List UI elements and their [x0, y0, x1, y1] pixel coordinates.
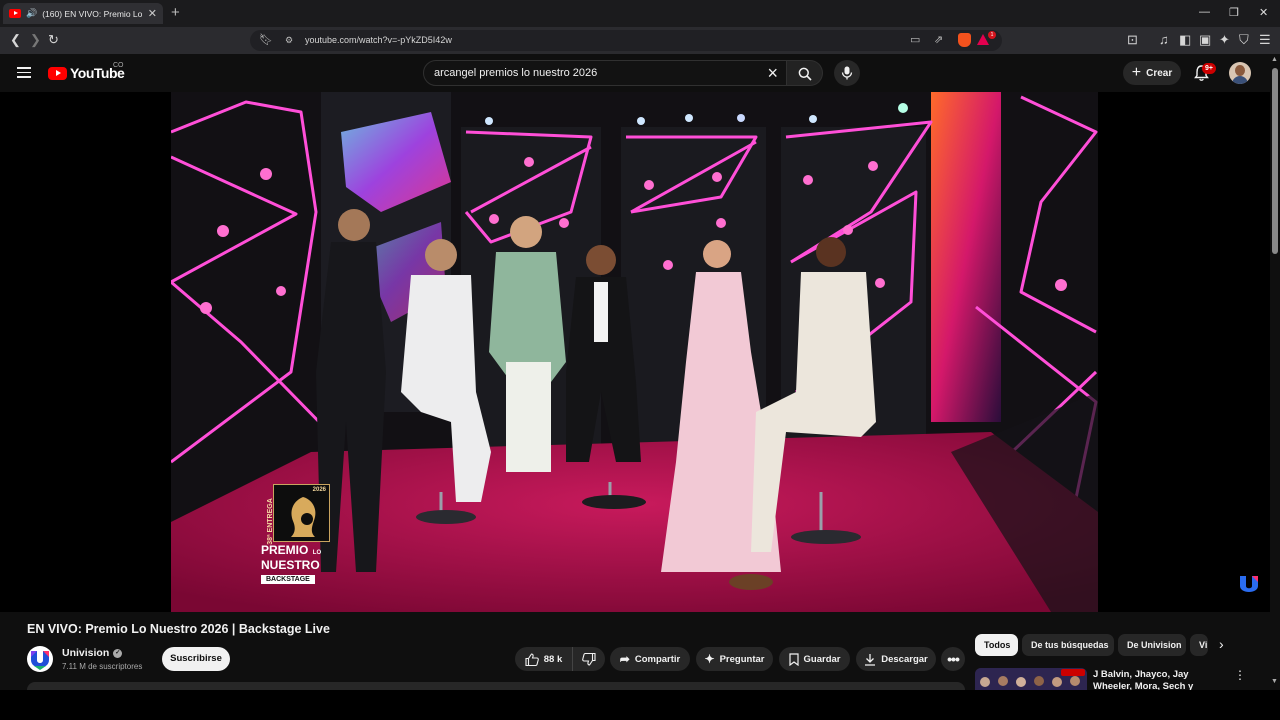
search-button[interactable]	[787, 60, 823, 86]
verified-icon: ✓	[113, 648, 123, 658]
download-button[interactable]: Descargar	[856, 647, 936, 671]
youtube-masthead: YouTube CO arcangel premios lo nuestro 2…	[0, 54, 1280, 92]
like-button[interactable]: 88 k	[515, 647, 573, 671]
browser-menu-icon[interactable]: ☰	[1259, 32, 1271, 48]
thumbnail-image	[975, 668, 1087, 690]
close-window-icon[interactable]: ✕	[1259, 6, 1268, 19]
leo-ai-icon[interactable]: ✦	[1219, 32, 1230, 48]
clear-search-icon[interactable]: ×	[767, 63, 778, 83]
microphone-icon	[841, 66, 853, 80]
chip-de-tus-busquedas[interactable]: De tus búsquedas	[1022, 634, 1114, 656]
browser-toolbar: ❮ ❯ ↻ 🔖︎ ⚙ youtube.com/watch?v=-pYkZD5I4…	[0, 27, 1280, 54]
logo-wordmark: PREMIO LO NUESTRO BACKSTAGE	[261, 543, 322, 584]
like-count: 88 k	[543, 653, 563, 665]
sidebar-icon[interactable]: ◧	[1179, 32, 1191, 48]
thumbs-down-icon	[582, 652, 596, 666]
subscribe-button[interactable]: Suscribirse	[162, 647, 230, 671]
notifications-badge: 9+	[1202, 63, 1216, 74]
restore-icon[interactable]: ❐	[1229, 6, 1239, 19]
bookmark-save-icon	[788, 652, 799, 666]
video-title: EN VIVO: Premio Lo Nuestro 2026 | Backst…	[27, 622, 330, 636]
tab-title: (160) EN VIVO: Premio Lo Nuestro	[42, 8, 143, 19]
download-icon	[865, 653, 876, 666]
forward-icon[interactable]: ❯	[30, 32, 41, 48]
chip-de-univision[interactable]: De Univision	[1118, 634, 1186, 656]
univision-watermark-icon	[1240, 576, 1258, 592]
channel-avatar[interactable]	[27, 646, 53, 672]
taskbar-strip	[0, 690, 1280, 720]
account-avatar[interactable]	[1229, 62, 1251, 84]
wallet-icon[interactable]: ▣	[1199, 32, 1211, 48]
page-scrollbar[interactable]: ▲ ▼	[1270, 54, 1280, 690]
scroll-down-icon[interactable]: ▼	[1271, 678, 1278, 685]
sparkle-icon: ✦	[704, 652, 715, 666]
url-text[interactable]: youtube.com/watch?v=-pYkZD5I42w	[305, 35, 452, 45]
site-settings-icon[interactable]: ⚙	[285, 35, 293, 46]
minimize-icon[interactable]: —	[1199, 6, 1210, 18]
browser-tab-strip: 🔊 (160) EN VIVO: Premio Lo Nuestro ✕ + —…	[0, 0, 1280, 27]
channel-name-text[interactable]: Univision	[62, 647, 109, 659]
more-actions-button[interactable]: •••	[941, 647, 965, 671]
reload-icon[interactable]: ↻	[48, 32, 59, 48]
back-icon[interactable]: ❮	[10, 32, 21, 48]
close-tab-icon[interactable]: ✕	[148, 7, 157, 20]
share-icon: ➦	[619, 652, 630, 666]
address-bar[interactable]: 🔖︎ ⚙ youtube.com/watch?v=-pYkZD5I42w ▭ ⇗…	[250, 30, 1002, 51]
channel-name[interactable]: Univision ✓	[62, 647, 123, 659]
new-tab-button[interactable]: +	[171, 4, 180, 21]
chip-todos[interactable]: Todos	[975, 634, 1018, 656]
plus-icon: +	[1131, 64, 1142, 81]
music-icon[interactable]: ♫	[1159, 32, 1169, 48]
ask-button[interactable]: ✦ Preguntar	[696, 647, 773, 671]
search-input[interactable]: arcangel premios lo nuestro 2026 ×	[423, 60, 787, 86]
logo-year: 2026	[312, 487, 326, 493]
create-label: Crear	[1146, 67, 1173, 79]
search-query-text[interactable]: arcangel premios lo nuestro 2026	[434, 67, 597, 79]
vpn-shield-icon[interactable]: ⛉	[1239, 32, 1249, 48]
like-dislike-group: 88 k	[515, 647, 605, 671]
ask-label: Preguntar	[719, 653, 765, 665]
share-label: Compartir	[634, 653, 681, 665]
youtube-play-icon	[48, 66, 67, 80]
more-horizontal-icon: •••	[947, 651, 960, 667]
thumbs-up-icon	[525, 652, 539, 666]
trophy-icon	[291, 497, 316, 537]
scroll-up-icon[interactable]: ▲	[1271, 56, 1278, 63]
save-label: Guardar	[803, 653, 841, 665]
recommendation-title[interactable]: J Balvin, Jhayco, Jay Wheeler, Mora, Sec…	[1093, 669, 1221, 690]
dislike-button[interactable]	[573, 647, 605, 671]
description-box[interactable]	[27, 682, 965, 690]
logo-emblem: 2026	[273, 484, 330, 542]
share-button[interactable]: ➦ Compartir	[610, 647, 690, 671]
create-button[interactable]: + Crear	[1123, 61, 1181, 85]
bookmark-icon[interactable]: 🔖︎	[259, 33, 273, 46]
share-page-icon[interactable]: ⇗	[934, 33, 943, 46]
recommendation-thumbnail[interactable]	[975, 668, 1087, 690]
brave-shields-icon[interactable]	[958, 33, 971, 47]
download-label: Descargar	[881, 653, 928, 665]
voice-search-button[interactable]	[834, 60, 860, 86]
country-code: CO	[113, 62, 124, 69]
video-frame[interactable]: 38ª ENTREGA 2026 PREMIO LO NUESTRO BACKS…	[171, 92, 1098, 612]
browser-tab[interactable]: 🔊 (160) EN VIVO: Premio Lo Nuestro ✕	[3, 3, 163, 24]
more-vertical-icon[interactable]: ⋮	[1234, 668, 1246, 682]
chevron-right-icon[interactable]: ›	[1219, 636, 1224, 652]
search-icon	[798, 67, 812, 81]
hamburger-menu-icon[interactable]	[17, 67, 31, 78]
subscriber-count: 7.11 M de suscriptores	[62, 662, 143, 671]
cast-icon[interactable]: ▭	[910, 33, 920, 46]
chip-partial[interactable]: Vi	[1190, 634, 1208, 656]
premio-lo-nuestro-logo: 38ª ENTREGA 2026 PREMIO LO NUESTRO BACKS…	[261, 484, 333, 584]
univision-logo-icon	[31, 651, 49, 670]
scrollbar-thumb[interactable]	[1272, 68, 1278, 254]
speaker-icon[interactable]: 🔊	[26, 8, 37, 19]
rewards-badge: 1	[988, 31, 996, 39]
youtube-favicon-icon	[9, 9, 21, 18]
extensions-icon[interactable]: ⊡	[1127, 32, 1138, 48]
video-player[interactable]: 38ª ENTREGA 2026 PREMIO LO NUESTRO BACKS…	[0, 92, 1270, 612]
save-button[interactable]: Guardar	[779, 647, 850, 671]
